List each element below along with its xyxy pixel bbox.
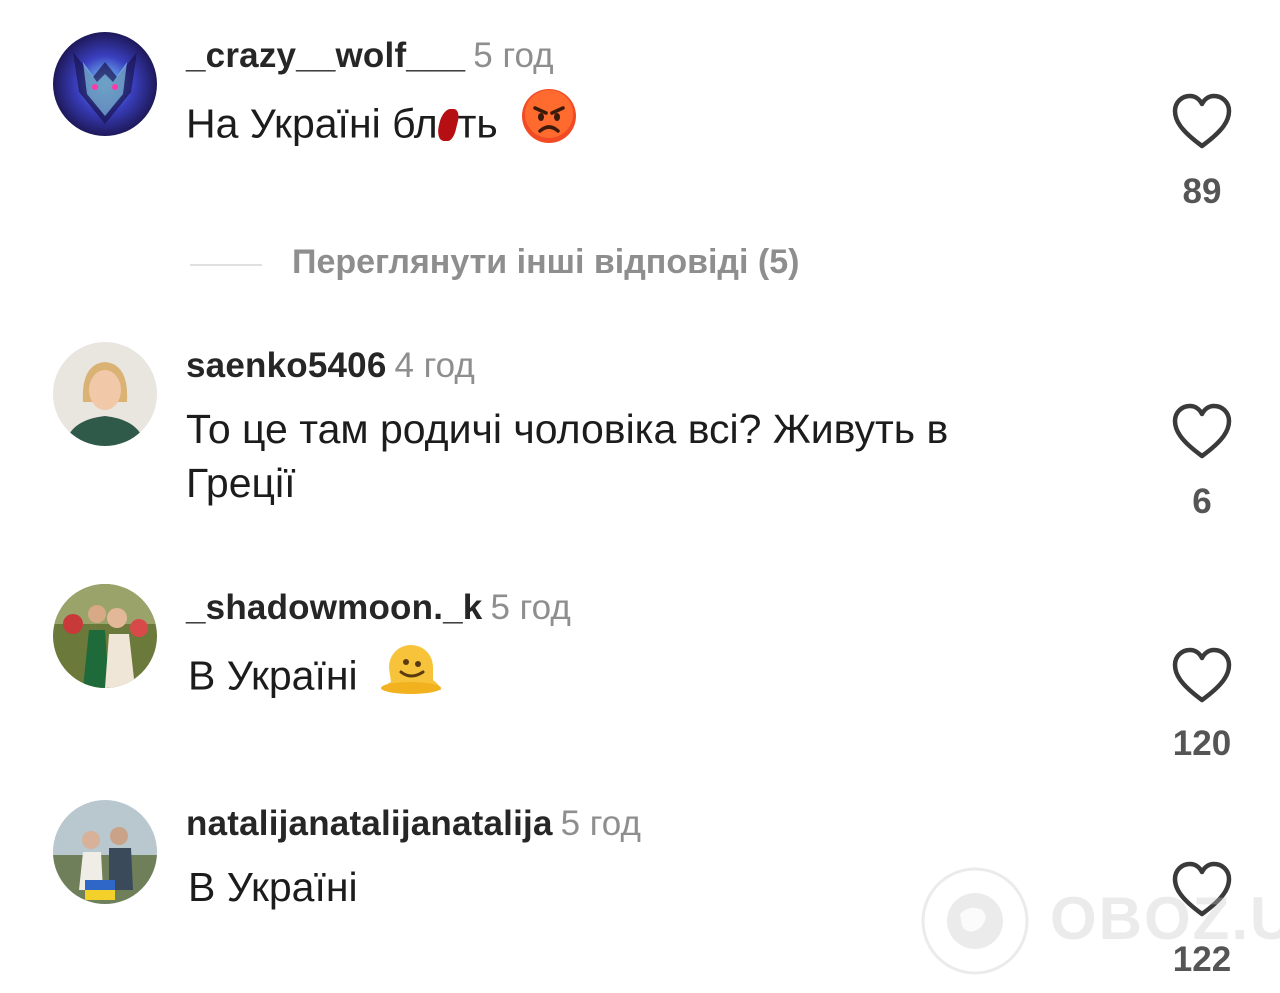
like-button[interactable] [1170,92,1234,152]
comment-meta: saenko5406 4 год [186,346,475,386]
comment-text: В Україні [188,644,443,713]
comment-text: На Україні бл ть [186,89,577,161]
avatar[interactable] [53,800,157,904]
like-count: 89 [1182,172,1222,211]
avatar[interactable] [53,342,157,446]
globe-logo-icon [921,867,1029,975]
username[interactable]: _shadowmoon._k [186,588,482,627]
heart-icon [1172,403,1232,459]
timestamp: 4 год [394,346,475,385]
comment-meta: _shadowmoon._k 5 год [186,588,571,628]
melting-face-icon [381,640,443,709]
username[interactable]: _crazy__wolf___ [186,36,465,75]
comment-text: То це там родичі чоловіка всі? Живуть в … [186,406,949,506]
like-count: 120 [1172,724,1232,763]
like-count: 6 [1192,482,1212,521]
like-button[interactable] [1170,646,1234,706]
watermark-text: OBOZ.UA [1050,885,1280,952]
username[interactable]: saenko5406 [186,346,386,385]
heart-icon [1172,647,1232,703]
avatar[interactable] [53,584,157,688]
reply-divider [190,264,262,266]
comment-meta: _crazy__wolf___ 5 год [186,36,554,76]
angry-face-icon [521,88,577,157]
comment-text: В Україні [188,864,358,910]
watermark: OBOZ.UA [920,866,1280,976]
timestamp: 5 год [560,804,641,843]
username[interactable]: natalijanatalijanatalija [186,804,553,843]
comment-meta: natalijanatalijanatalija 5 год [186,804,641,844]
timestamp: 5 год [490,588,571,627]
avatar[interactable] [53,32,157,136]
timestamp: 5 год [473,36,554,75]
heart-icon [1172,93,1232,149]
like-button[interactable] [1170,402,1234,462]
view-replies-link[interactable]: Переглянути інші відповіді (5) [292,243,799,282]
